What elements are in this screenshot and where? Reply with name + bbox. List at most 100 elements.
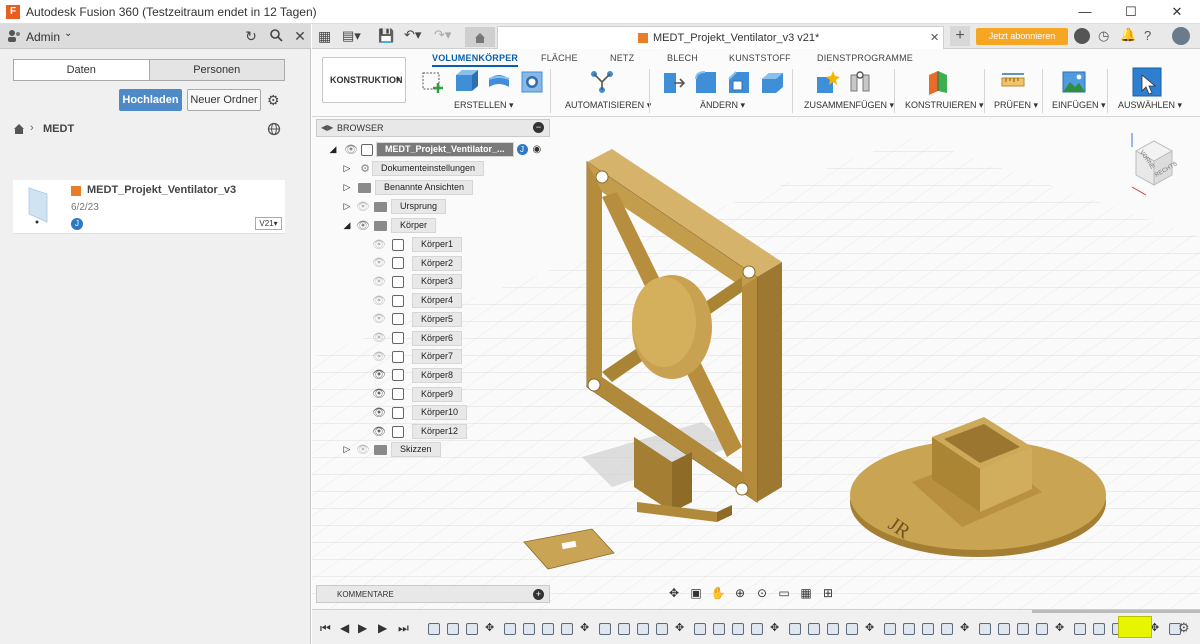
timeline-feature-icon[interactable]: [1093, 623, 1105, 635]
visibility-eye-icon[interactable]: 👁: [372, 425, 386, 439]
collapse-triangle-icon[interactable]: ◢: [342, 220, 352, 231]
tab-flaeche[interactable]: FLÄCHE: [541, 53, 578, 63]
home-icon[interactable]: [13, 123, 25, 135]
document-tab[interactable]: MEDT_Projekt_Ventilator_v3 v21* ✕: [497, 26, 944, 49]
browser-body-row[interactable]: 👁 Körper10: [372, 404, 468, 421]
browser-item-skizzen[interactable]: ▷ 👁 Skizzen: [342, 441, 441, 458]
upload-button[interactable]: Hochladen: [119, 89, 182, 111]
timeline-feature-icon[interactable]: [941, 623, 953, 635]
timeline-feature-icon[interactable]: [713, 623, 725, 635]
visibility-eye-hidden-icon[interactable]: 👁: [372, 350, 386, 364]
close-tab-icon[interactable]: ✕: [930, 31, 939, 44]
collapse-browser-icon[interactable]: ◀▶: [321, 123, 333, 132]
expand-triangle-icon[interactable]: ▷: [342, 163, 352, 174]
timeline-feature-icon[interactable]: [466, 623, 478, 635]
timeline-first-icon[interactable]: ⏮: [320, 621, 331, 636]
browser-body-row[interactable]: 👁 Körper1: [372, 236, 463, 253]
orbit-icon[interactable]: ✥: [665, 586, 683, 600]
timeline-forward-icon[interactable]: ▶: [378, 621, 387, 635]
zoom-icon[interactable]: ⊕: [731, 586, 749, 600]
minimize-button[interactable]: —: [1062, 0, 1108, 24]
timeline-feature-icon[interactable]: ✥: [675, 621, 687, 634]
tab-personen[interactable]: Personen: [149, 60, 284, 80]
offset-plane-icon[interactable]: [926, 69, 952, 95]
timeline-feature-icon[interactable]: [751, 623, 763, 635]
visibility-eye-hidden-icon[interactable]: 👁: [372, 275, 386, 289]
new-tab-icon[interactable]: +: [950, 26, 970, 46]
timeline-scrollbar[interactable]: [1032, 610, 1200, 613]
redo-icon[interactable]: ↷▾: [434, 27, 451, 43]
timeline-feature-icon[interactable]: ✥: [485, 621, 497, 634]
visibility-eye-icon[interactable]: 👁: [344, 143, 358, 157]
activate-radio-icon[interactable]: ◉: [533, 144, 542, 155]
browser-item-dokumenteinstellungen[interactable]: ▷ ⚙ Dokumenteinstellungen: [342, 160, 485, 177]
visibility-eye-hidden-icon[interactable]: 👁: [372, 312, 386, 326]
file-name[interactable]: MEDT_Projekt_Ventilator_v3: [87, 184, 236, 196]
hole-icon[interactable]: [519, 69, 545, 95]
timeline-marker-selection[interactable]: [1118, 616, 1152, 638]
tab-netz[interactable]: NETZ: [610, 53, 634, 63]
search-icon[interactable]: [268, 28, 284, 44]
timeline-feature-icon[interactable]: [618, 623, 630, 635]
expand-triangle-icon[interactable]: ▷: [342, 201, 352, 212]
timeline-feature-icon[interactable]: [808, 623, 820, 635]
view-cube[interactable]: VORNE RECHTS: [1126, 129, 1182, 199]
notifications-icon[interactable]: 🔔: [1120, 27, 1136, 43]
app-grid-icon[interactable]: ▦: [318, 28, 331, 45]
timeline-feature-icon[interactable]: [428, 623, 440, 635]
visibility-eye-icon[interactable]: 👁: [372, 368, 386, 382]
group-einfuegen[interactable]: EINFÜGEN ▾: [1052, 100, 1106, 111]
fillet-icon[interactable]: [693, 69, 719, 95]
timeline-feature-icon[interactable]: [827, 623, 839, 635]
visibility-eye-hidden-icon[interactable]: 👁: [356, 200, 370, 214]
new-component-icon[interactable]: [814, 69, 840, 95]
browser-header[interactable]: ◀▶ BROWSER −: [316, 119, 550, 137]
expand-triangle-icon[interactable]: ▷: [342, 444, 352, 455]
tab-blech[interactable]: BLECH: [667, 53, 698, 63]
profile-avatar[interactable]: [1172, 27, 1190, 45]
timeline-feature-icon[interactable]: [523, 623, 535, 635]
extensions-icon[interactable]: [1074, 28, 1090, 44]
timeline-feature-icon[interactable]: [922, 623, 934, 635]
group-konstruieren[interactable]: KONSTRUIEREN ▾: [905, 100, 984, 111]
browser-body-row[interactable]: 👁 Körper6: [372, 330, 463, 347]
browser-body-row[interactable]: 👁 Körper7: [372, 348, 463, 365]
display-settings-icon[interactable]: ▭: [775, 586, 793, 600]
timeline-last-icon[interactable]: ⏭: [398, 621, 409, 636]
timeline-feature-icon[interactable]: [542, 623, 554, 635]
automate-icon[interactable]: [589, 69, 615, 95]
measure-icon[interactable]: [1000, 69, 1026, 95]
add-comment-icon[interactable]: +: [533, 589, 544, 600]
maximize-button[interactable]: ☐: [1108, 0, 1154, 24]
revolve-icon[interactable]: [486, 69, 512, 95]
timeline-feature-icon[interactable]: ✥: [1055, 621, 1067, 634]
browser-body-row[interactable]: 👁 Körper4: [372, 292, 463, 309]
timeline-feature-icon[interactable]: [884, 623, 896, 635]
tab-volumenkoerper[interactable]: VOLUMENKÖRPER: [432, 53, 519, 67]
look-at-icon[interactable]: ▣: [687, 586, 705, 600]
new-folder-button[interactable]: Neuer Ordner: [187, 89, 261, 111]
timeline-feature-icon[interactable]: [732, 623, 744, 635]
press-pull-icon[interactable]: [660, 69, 686, 95]
timeline-feature-icon[interactable]: [504, 623, 516, 635]
visibility-eye-hidden-icon[interactable]: 👁: [372, 331, 386, 345]
browser-body-row[interactable]: 👁 Körper5: [372, 311, 463, 328]
timeline-feature-icon[interactable]: [656, 623, 668, 635]
workspace-switcher[interactable]: KONSTRUKTION ▾: [322, 57, 406, 103]
undo-icon[interactable]: ↶▾: [404, 27, 421, 43]
browser-body-row[interactable]: 👁 Körper12: [372, 423, 468, 440]
timeline-feature-icon[interactable]: ✥: [960, 621, 972, 634]
job-status-clock-icon[interactable]: ◷: [1098, 28, 1109, 44]
group-aendern[interactable]: ÄNDERN ▾: [700, 100, 745, 111]
expand-triangle-icon[interactable]: ▷: [342, 182, 352, 193]
close-panel-icon[interactable]: ✕: [292, 28, 308, 44]
timeline-feature-icon[interactable]: [599, 623, 611, 635]
timeline-feature-icon[interactable]: [979, 623, 991, 635]
visibility-eye-icon[interactable]: 👁: [372, 387, 386, 401]
version-dropdown[interactable]: V21▾: [255, 217, 282, 230]
shell-icon[interactable]: [759, 69, 785, 95]
group-pruefen[interactable]: PRÜFEN ▾: [994, 100, 1038, 111]
browser-root-row[interactable]: ◢ 👁 MEDT_Projekt_Ventilator_... J ◉: [328, 141, 541, 158]
file-card[interactable]: MEDT_Projekt_Ventilator_v3 6/2/23 J V21▾: [13, 180, 285, 234]
timeline-feature-icon[interactable]: [561, 623, 573, 635]
